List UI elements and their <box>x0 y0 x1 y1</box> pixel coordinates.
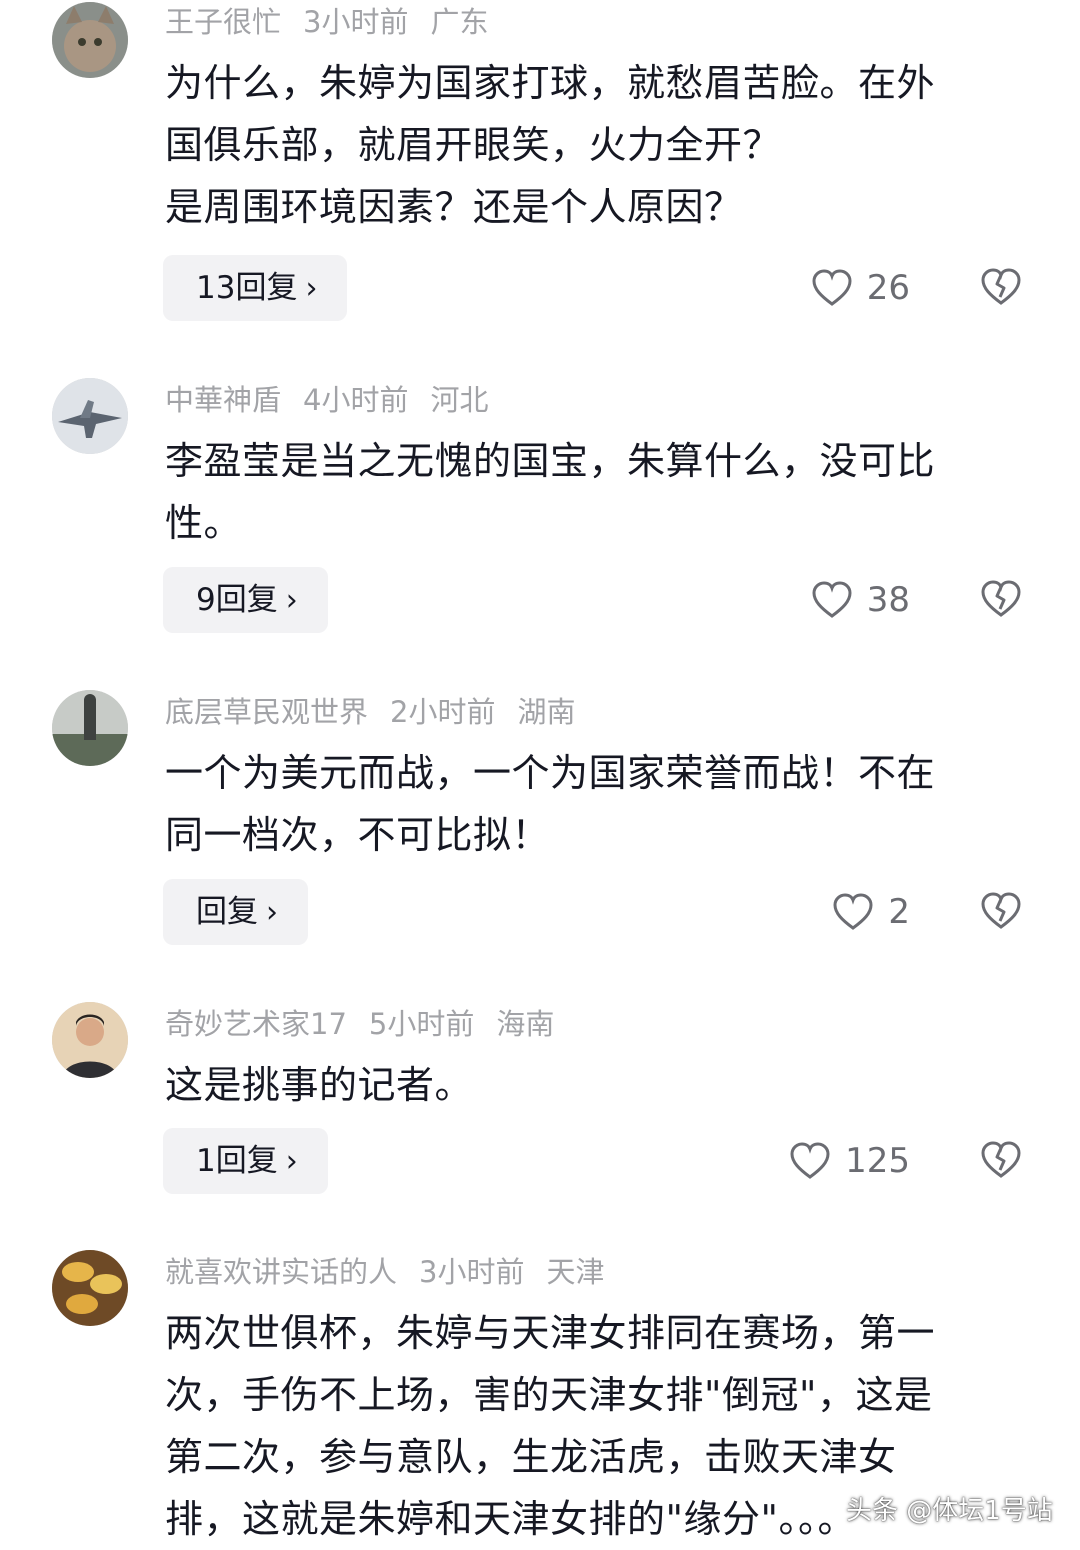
replies-label: 1回复 <box>196 1143 278 1179</box>
replies-button[interactable]: 回复 › <box>163 879 308 945</box>
comment-line: 是周围环境因素？还是个人原因？ <box>165 185 743 229</box>
username[interactable]: 王子很忙 <box>165 5 281 39</box>
username[interactable]: 底层草民观世界 <box>165 695 368 729</box>
avatar[interactable] <box>52 1250 128 1326</box>
comment-meta: 就喜欢讲实话的人 3小时前 天津 <box>165 1252 626 1292</box>
chevron-right-icon: › <box>305 271 318 306</box>
comment-line: 第二次，参与意队，生龙活虎，击败天津女 <box>165 1435 897 1479</box>
avatar[interactable] <box>52 1002 128 1078</box>
broken-heart-icon[interactable] <box>980 266 1022 308</box>
heart-outline-icon <box>812 581 852 618</box>
location: 湖南 <box>517 695 576 729</box>
like-button[interactable]: 38 <box>811 567 910 633</box>
comment-text: 一个为美元而战，一个为国家荣誉而战！不在 同一档次，不可比拟！ <box>165 742 1025 866</box>
comment-line: 这是挑事的记者。 <box>165 1063 474 1107</box>
heart-outline-icon <box>812 269 852 306</box>
replies-button[interactable]: 13回复 › <box>163 255 348 321</box>
location: 天津 <box>546 1255 605 1289</box>
like-count: 2 <box>888 892 910 932</box>
broken-heart-icon[interactable] <box>980 578 1022 620</box>
timestamp: 4小时前 <box>303 383 409 417</box>
avatar[interactable] <box>52 690 128 766</box>
chevron-right-icon: › <box>285 1144 298 1179</box>
comment-line: 两次世俱杯，朱婷与天津女排同在赛场，第一 <box>165 1311 936 1355</box>
comment-line: 次，手伤不上场，害的天津女排"倒冠"，这是 <box>165 1373 933 1417</box>
avatar[interactable] <box>52 378 128 454</box>
like-button[interactable]: 26 <box>811 255 910 321</box>
location: 河北 <box>430 383 489 417</box>
timestamp: 3小时前 <box>419 1255 525 1289</box>
watermark: 头条 @体坛1号站 <box>846 1496 1053 1526</box>
timestamp: 3小时前 <box>303 5 409 39</box>
username[interactable]: 中華神盾 <box>165 383 281 417</box>
like-count: 26 <box>866 268 910 308</box>
chevron-right-icon: › <box>285 583 298 618</box>
timestamp: 2小时前 <box>390 695 496 729</box>
broken-heart-icon[interactable] <box>980 1139 1022 1181</box>
username[interactable]: 奇妙艺术家17 <box>165 1007 347 1041</box>
chevron-right-icon: › <box>266 895 278 930</box>
comment-text: 为什么，朱婷为国家打球，就愁眉苦脸。在外 国俱乐部，就眉开眼笑，火力全开？ 是周… <box>165 52 1025 238</box>
replies-label: 回复 <box>196 894 258 930</box>
comment-text: 李盈莹是当之无愧的国宝，朱算什么，没可比 性。 <box>165 430 1025 554</box>
comment-line: 李盈莹是当之无愧的国宝，朱算什么，没可比 <box>165 439 936 483</box>
avatar[interactable] <box>52 2 128 78</box>
replies-button[interactable]: 1回复 › <box>163 1128 328 1194</box>
replies-button[interactable]: 9回复 › <box>163 567 328 633</box>
broken-heart-icon[interactable] <box>980 890 1022 932</box>
location: 广东 <box>430 5 489 39</box>
comment-meta: 中華神盾 4小时前 河北 <box>165 380 510 420</box>
comment-line: 为什么，朱婷为国家打球，就愁眉苦脸。在外 <box>165 61 936 105</box>
like-count: 125 <box>845 1141 910 1181</box>
replies-label: 9回复 <box>196 582 278 618</box>
like-button[interactable]: 2 <box>832 879 910 945</box>
heart-outline-icon <box>833 893 873 930</box>
comment-line: 同一档次，不可比拟！ <box>165 813 551 857</box>
comment-text: 这是挑事的记者。 <box>165 1054 1025 1116</box>
username[interactable]: 就喜欢讲实话的人 <box>165 1255 397 1289</box>
comment-line: 国俱乐部，就眉开眼笑，火力全开？ <box>165 123 782 167</box>
like-button[interactable]: 125 <box>789 1128 910 1194</box>
comment-meta: 王子很忙 3小时前 广东 <box>165 2 510 42</box>
replies-label: 13回复 <box>196 270 298 306</box>
like-count: 38 <box>866 580 910 620</box>
heart-outline-icon <box>790 1142 830 1179</box>
comment-line: 性。 <box>165 501 243 545</box>
comment-line: 一个为美元而战，一个为国家荣誉而战！不在 <box>165 751 936 795</box>
comment-meta: 奇妙艺术家17 5小时前 海南 <box>165 1004 576 1044</box>
comment-meta: 底层草民观世界 2小时前 湖南 <box>165 692 597 732</box>
location: 海南 <box>496 1007 555 1041</box>
timestamp: 5小时前 <box>368 1007 475 1041</box>
